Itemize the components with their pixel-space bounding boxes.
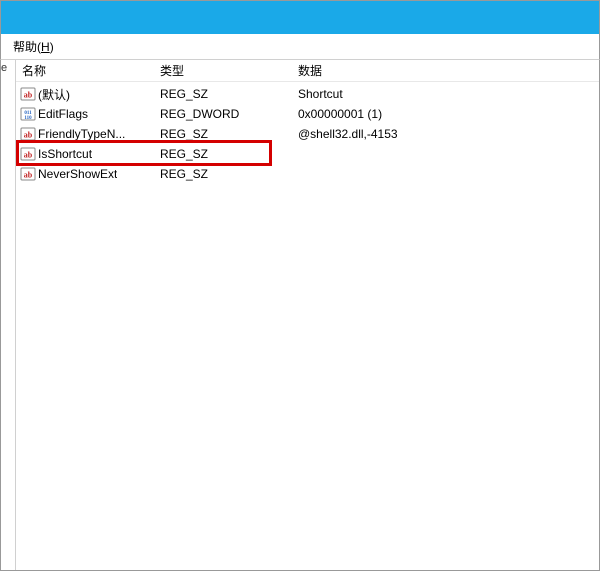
- cell-name: (默认): [20, 86, 160, 103]
- cell-type: REG_SZ: [160, 87, 298, 101]
- menu-help-label: 帮助: [13, 40, 37, 54]
- cell-type: REG_DWORD: [160, 107, 298, 121]
- column-header-name[interactable]: 名称: [20, 62, 160, 79]
- registry-value-row[interactable]: FriendlyTypeN... REG_SZ@shell32.dll,-4153: [16, 124, 599, 144]
- reg-string-icon: [20, 86, 36, 102]
- cell-data: Shortcut: [298, 87, 599, 101]
- reg-string-icon: [20, 166, 36, 182]
- reg-binary-icon: [20, 106, 36, 122]
- main-area: e 名称 类型 数据 (默认)REG_SZShortcutEditFlagsRE…: [0, 60, 600, 571]
- menu-help-hotkey: H: [41, 40, 50, 54]
- cell-data: 0x00000001 (1): [298, 107, 599, 121]
- value-name: NeverShowExt: [38, 167, 117, 181]
- reg-string-icon: [20, 126, 36, 142]
- cell-name: NeverShowExt: [20, 166, 160, 182]
- cell-name: EditFlags: [20, 106, 160, 122]
- tree-pane-fragment: e: [1, 60, 16, 570]
- tree-fragment-text: e: [1, 62, 7, 74]
- value-name: (默认): [38, 86, 70, 103]
- list-rows: (默认)REG_SZShortcutEditFlagsREG_DWORD0x00…: [16, 82, 599, 184]
- menu-bar: 帮助(H): [0, 34, 600, 60]
- value-name: EditFlags: [38, 107, 88, 121]
- menu-help[interactable]: 帮助(H): [13, 38, 54, 55]
- cell-type: REG_SZ: [160, 167, 298, 181]
- value-name: IsShortcut: [38, 147, 92, 161]
- cell-type: REG_SZ: [160, 147, 298, 161]
- registry-value-row[interactable]: IsShortcut REG_SZ: [16, 144, 599, 164]
- value-name: FriendlyTypeN...: [38, 127, 125, 141]
- cell-type: REG_SZ: [160, 127, 298, 141]
- column-header-data[interactable]: 数据: [298, 62, 599, 79]
- registry-value-row[interactable]: EditFlags REG_DWORD0x00000001 (1): [16, 104, 599, 124]
- window-titlebar: [0, 0, 600, 34]
- column-header-type[interactable]: 类型: [160, 62, 298, 79]
- registry-value-row[interactable]: NeverShowExt REG_SZ: [16, 164, 599, 184]
- cell-data: @shell32.dll,-4153: [298, 127, 599, 141]
- list-header: 名称 类型 数据: [16, 60, 599, 82]
- cell-name: IsShortcut: [20, 146, 160, 162]
- list-pane: 名称 类型 数据 (默认)REG_SZShortcutEditFlagsREG_…: [16, 60, 599, 570]
- cell-name: FriendlyTypeN...: [20, 126, 160, 142]
- reg-string-icon: [20, 146, 36, 162]
- registry-value-row[interactable]: (默认) REG_SZShortcut: [16, 84, 599, 104]
